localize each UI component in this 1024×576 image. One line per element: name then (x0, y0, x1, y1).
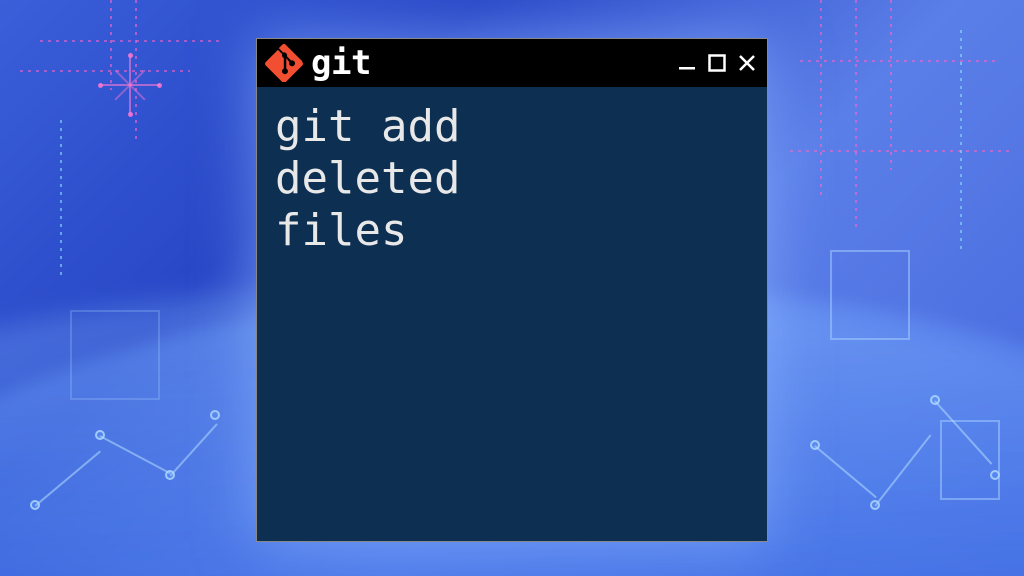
terminal-window: git git add deleted files (256, 38, 768, 542)
maximize-button[interactable] (707, 53, 727, 73)
close-button[interactable] (737, 53, 757, 73)
terminal-text: git add deleted files (275, 101, 749, 257)
minimize-button[interactable] (677, 53, 697, 73)
window-controls (677, 53, 757, 73)
titlebar[interactable]: git (257, 39, 767, 87)
window-title: git (311, 46, 371, 80)
terminal-body[interactable]: git add deleted files (257, 87, 767, 541)
git-logo-icon (265, 44, 303, 82)
